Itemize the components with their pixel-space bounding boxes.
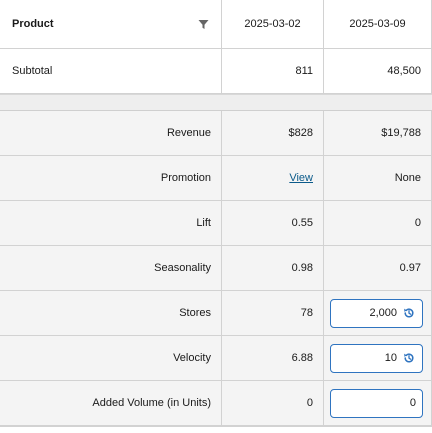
metric-label-cell: Stores — [0, 291, 222, 335]
promotion-value-2: None — [394, 172, 421, 184]
lift-value-1-cell: 0.55 — [222, 201, 324, 245]
promotion-value-2-cell: None — [324, 156, 432, 200]
revenue-value-2-cell: $19,788 — [324, 111, 432, 155]
promotion-view-link[interactable]: View — [289, 172, 313, 184]
added-volume-input[interactable]: 0 — [330, 388, 423, 418]
metric-row-revenue: Revenue $828 $19,788 — [0, 111, 432, 156]
subtotal-value-2: 48,500 — [387, 65, 421, 77]
subtotal-label-cell: Subtotal — [0, 49, 222, 93]
revenue-value-2: $19,788 — [381, 127, 421, 139]
metric-label-cell: Promotion — [0, 156, 222, 200]
section-divider — [0, 94, 432, 111]
stores-input-cell: 2,000 — [324, 291, 432, 335]
grid-bottom-border — [0, 426, 432, 427]
revenue-value-1: $828 — [288, 127, 313, 139]
forecast-grid: Product 2025-03-02 2025-03-09 Subtotal 8… — [0, 0, 432, 433]
subtotal-value-2-cell: 48,500 — [324, 49, 432, 93]
metric-row-promotion: Promotion View None — [0, 156, 432, 201]
stores-value-1-cell: 78 — [222, 291, 324, 335]
stores-input[interactable]: 2,000 — [330, 298, 423, 328]
metric-row-velocity: Velocity 6.88 10 — [0, 336, 432, 381]
metric-label-cell: Revenue — [0, 111, 222, 155]
metric-label-lift: Lift — [196, 217, 211, 229]
metric-label-cell: Added Volume (in Units) — [0, 381, 222, 425]
promotion-value-1-cell: View — [222, 156, 324, 200]
metric-row-seasonality: Seasonality 0.98 0.97 — [0, 246, 432, 291]
column-header-date-2-label: 2025-03-09 — [349, 18, 406, 30]
metric-row-lift: Lift 0.55 0 — [0, 201, 432, 246]
velocity-value-1-cell: 6.88 — [222, 336, 324, 380]
metric-label-stores: Stores — [179, 307, 211, 319]
added-volume-input-value: 0 — [409, 397, 416, 409]
metric-label-revenue: Revenue — [166, 127, 211, 139]
product-column-header[interactable]: Product — [0, 0, 222, 48]
metric-label-velocity: Velocity — [173, 352, 211, 364]
stores-value-1: 78 — [300, 307, 313, 319]
lift-value-2: 0 — [414, 217, 421, 229]
reset-icon[interactable] — [402, 351, 416, 365]
column-header-date-1-label: 2025-03-02 — [244, 18, 301, 30]
reset-icon[interactable] — [402, 306, 416, 320]
velocity-input-value: 10 — [384, 352, 397, 364]
lift-value-1: 0.55 — [291, 217, 313, 229]
velocity-input-cell: 10 — [324, 336, 432, 380]
metric-label-added-volume: Added Volume (in Units) — [92, 397, 211, 409]
metric-row-added-volume: Added Volume (in Units) 0 0 — [0, 381, 432, 426]
added-volume-value-1: 0 — [306, 397, 313, 409]
grid-header-row: Product 2025-03-02 2025-03-09 — [0, 0, 432, 49]
subtotal-value-1: 811 — [295, 65, 313, 77]
subtotal-label: Subtotal — [12, 65, 53, 77]
metric-label-cell: Seasonality — [0, 246, 222, 290]
seasonality-value-1-cell: 0.98 — [222, 246, 324, 290]
metric-label-cell: Lift — [0, 201, 222, 245]
filter-icon[interactable] — [198, 19, 209, 30]
metric-label-seasonality: Seasonality — [154, 262, 211, 274]
revenue-value-1-cell: $828 — [222, 111, 324, 155]
metric-label-cell: Velocity — [0, 336, 222, 380]
metric-row-stores: Stores 78 2,000 — [0, 291, 432, 336]
seasonality-value-2: 0.97 — [399, 262, 421, 274]
lift-value-2-cell: 0 — [324, 201, 432, 245]
column-header-date-2[interactable]: 2025-03-09 — [324, 0, 432, 48]
product-header-label: Product — [12, 18, 54, 30]
added-volume-input-cell: 0 — [324, 381, 432, 425]
column-header-date-1[interactable]: 2025-03-02 — [222, 0, 324, 48]
seasonality-value-2-cell: 0.97 — [324, 246, 432, 290]
velocity-input[interactable]: 10 — [330, 343, 423, 373]
velocity-value-1: 6.88 — [291, 352, 313, 364]
seasonality-value-1: 0.98 — [291, 262, 313, 274]
metric-label-promotion: Promotion — [160, 172, 211, 184]
added-volume-value-1-cell: 0 — [222, 381, 324, 425]
subtotal-row: Subtotal 811 48,500 — [0, 49, 432, 94]
subtotal-value-1-cell: 811 — [222, 49, 324, 93]
stores-input-value: 2,000 — [369, 307, 397, 319]
